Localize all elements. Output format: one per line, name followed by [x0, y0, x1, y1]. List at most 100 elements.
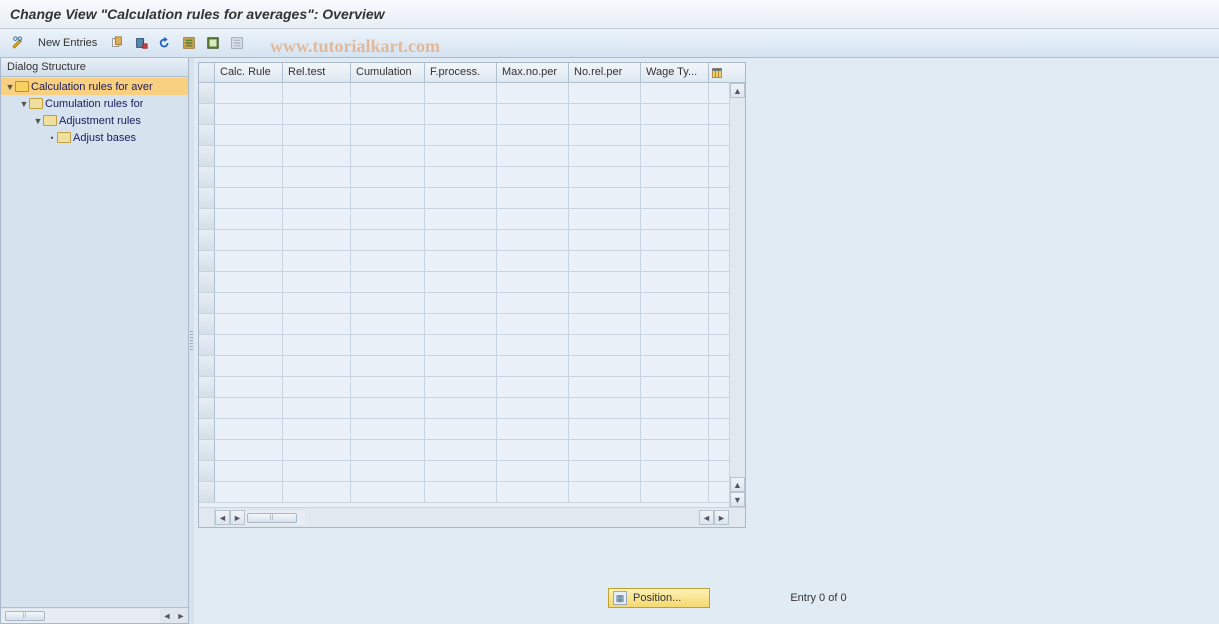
scrollbar-thumb[interactable]: ⠿: [5, 611, 45, 621]
table-cell[interactable]: [425, 251, 497, 271]
table-cell[interactable]: [497, 104, 569, 124]
table-cell[interactable]: [351, 230, 425, 250]
table-cell[interactable]: [569, 251, 641, 271]
table-cell[interactable]: [497, 482, 569, 502]
row-selector[interactable]: [199, 335, 215, 355]
table-row[interactable]: [199, 125, 745, 146]
table-cell[interactable]: [215, 167, 283, 187]
table-cell[interactable]: [425, 167, 497, 187]
table-row[interactable]: [199, 251, 745, 272]
table-cell[interactable]: [569, 419, 641, 439]
table-cell[interactable]: [641, 461, 709, 481]
table-cell[interactable]: [283, 419, 351, 439]
table-row[interactable]: [199, 188, 745, 209]
table-cell[interactable]: [641, 440, 709, 460]
table-cell[interactable]: [425, 209, 497, 229]
table-configure-button[interactable]: [709, 63, 725, 82]
tree-node[interactable]: •Adjust bases: [1, 129, 188, 146]
table-row[interactable]: [199, 146, 745, 167]
row-selector[interactable]: [199, 167, 215, 187]
table-cell[interactable]: [641, 482, 709, 502]
table-cell[interactable]: [497, 440, 569, 460]
tree-expander-icon[interactable]: ▼: [33, 116, 43, 126]
row-selector[interactable]: [199, 398, 215, 418]
column-header[interactable]: Wage Ty...: [641, 63, 709, 82]
table-cell[interactable]: [569, 356, 641, 376]
table-cell[interactable]: [497, 209, 569, 229]
table-cell[interactable]: [641, 293, 709, 313]
table-cell[interactable]: [351, 125, 425, 145]
table-horizontal-scrollbar-left[interactable]: ◄ ► ⠿: [215, 510, 305, 526]
column-header[interactable]: No.rel.per: [569, 63, 641, 82]
tree-node[interactable]: ▼Adjustment rules: [1, 112, 188, 129]
table-cell[interactable]: [283, 209, 351, 229]
table-cell[interactable]: [569, 209, 641, 229]
scroll-right-icon[interactable]: ►: [714, 510, 729, 525]
table-cell[interactable]: [283, 377, 351, 397]
table-cell[interactable]: [283, 335, 351, 355]
table-row[interactable]: [199, 419, 745, 440]
table-cell[interactable]: [351, 167, 425, 187]
table-cell[interactable]: [569, 482, 641, 502]
row-selector[interactable]: [199, 377, 215, 397]
table-cell[interactable]: [283, 398, 351, 418]
table-cell[interactable]: [569, 188, 641, 208]
table-cell[interactable]: [569, 335, 641, 355]
table-cell[interactable]: [641, 356, 709, 376]
table-row[interactable]: [199, 272, 745, 293]
table-cell[interactable]: [425, 83, 497, 103]
toggle-display-change-button[interactable]: [8, 33, 28, 53]
table-cell[interactable]: [215, 230, 283, 250]
new-entries-button[interactable]: New Entries: [32, 37, 103, 49]
table-cell[interactable]: [425, 293, 497, 313]
table-row[interactable]: [199, 356, 745, 377]
table-cell[interactable]: [641, 125, 709, 145]
table-cell[interactable]: [351, 293, 425, 313]
scroll-up-icon[interactable]: ▲: [730, 83, 745, 98]
table-cell[interactable]: [497, 125, 569, 145]
tree-expander-icon[interactable]: •: [47, 133, 57, 143]
table-cell[interactable]: [425, 104, 497, 124]
scroll-right-icon[interactable]: ►: [230, 510, 245, 525]
table-cell[interactable]: [351, 356, 425, 376]
table-cell[interactable]: [641, 335, 709, 355]
table-cell[interactable]: [497, 335, 569, 355]
table-cell[interactable]: [351, 377, 425, 397]
table-cell[interactable]: [425, 440, 497, 460]
table-cell[interactable]: [497, 83, 569, 103]
table-cell[interactable]: [497, 419, 569, 439]
row-selector[interactable]: [199, 230, 215, 250]
table-cell[interactable]: [351, 440, 425, 460]
sidebar-horizontal-scrollbar[interactable]: ⠿ ◄ ►: [1, 607, 188, 623]
table-row[interactable]: [199, 335, 745, 356]
table-cell[interactable]: [283, 356, 351, 376]
tree-node[interactable]: ▼Cumulation rules for: [1, 95, 188, 112]
table-cell[interactable]: [569, 461, 641, 481]
scroll-left-icon[interactable]: ◄: [215, 510, 230, 525]
table-cell[interactable]: [283, 251, 351, 271]
table-cell[interactable]: [215, 104, 283, 124]
table-vertical-scrollbar[interactable]: ▲ ▲ ▼: [729, 83, 745, 507]
table-cell[interactable]: [351, 461, 425, 481]
table-cell[interactable]: [283, 482, 351, 502]
table-cell[interactable]: [497, 377, 569, 397]
table-cell[interactable]: [569, 272, 641, 292]
table-cell[interactable]: [283, 188, 351, 208]
table-cell[interactable]: [215, 335, 283, 355]
row-selector[interactable]: [199, 440, 215, 460]
table-cell[interactable]: [497, 251, 569, 271]
table-cell[interactable]: [351, 314, 425, 334]
table-horizontal-scrollbar-right[interactable]: ◄ ►: [699, 510, 729, 526]
row-selector[interactable]: [199, 125, 215, 145]
scroll-right-icon[interactable]: ►: [174, 609, 188, 623]
table-cell[interactable]: [215, 482, 283, 502]
table-cell[interactable]: [425, 356, 497, 376]
table-cell[interactable]: [351, 398, 425, 418]
tree-expander-icon[interactable]: ▼: [5, 82, 15, 92]
table-cell[interactable]: [569, 398, 641, 418]
table-cell[interactable]: [497, 314, 569, 334]
table-cell[interactable]: [215, 377, 283, 397]
table-cell[interactable]: [215, 125, 283, 145]
table-cell[interactable]: [351, 335, 425, 355]
table-cell[interactable]: [641, 230, 709, 250]
